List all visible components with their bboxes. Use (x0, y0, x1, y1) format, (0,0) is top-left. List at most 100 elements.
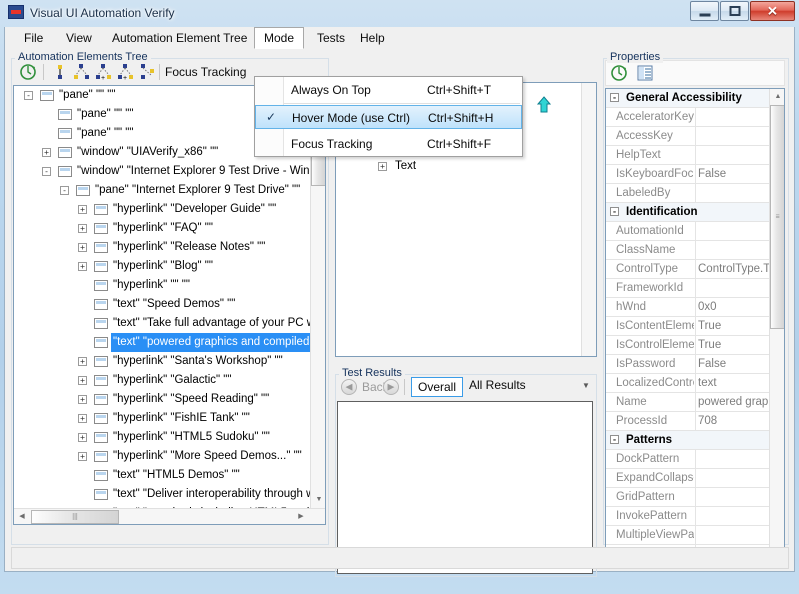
overflow-chevron-icon[interactable]: ▼ (580, 381, 592, 393)
tree-node[interactable]: + "hyperlink" "Blog" "" (14, 257, 310, 276)
tree-node[interactable]: "hyperlink" "" "" (14, 276, 310, 295)
tree-node[interactable]: + "hyperlink" "Santa's Workshop" "" (14, 352, 310, 371)
tree-node[interactable]: + "hyperlink" "More Speed Demos..." "" (14, 447, 310, 466)
expand-icon[interactable]: + (78, 243, 87, 252)
scroll-down-arrow-icon[interactable]: ▼ (311, 492, 325, 508)
tree-node[interactable]: + "hyperlink" "Galactic" "" (14, 371, 310, 390)
expand-icon[interactable]: + (42, 148, 51, 157)
scroll-right-arrow-icon[interactable]: ▶ (293, 509, 309, 524)
property-list-icon[interactable] (636, 64, 654, 82)
property-category-row[interactable]: - Identification (606, 203, 769, 222)
close-button[interactable]: ✕ (750, 1, 795, 21)
focus-tracking-toolbar-label[interactable]: Focus Tracking (165, 65, 246, 79)
tab-all-results[interactable]: All Results (469, 378, 526, 392)
property-row[interactable]: AccessKey (606, 127, 769, 146)
property-row[interactable]: IsPassword False (606, 355, 769, 374)
property-category-row[interactable]: - Patterns (606, 431, 769, 450)
tree-node[interactable]: "text" "Speed Demos" "" (14, 295, 310, 314)
menu-item-always-on-top[interactable]: Always On Top Ctrl+Shift+T (255, 78, 522, 102)
property-row[interactable]: ClassName (606, 241, 769, 260)
collapse-icon[interactable]: - (610, 207, 619, 216)
tree-node-label: "text" "Speed Demos" "" (113, 298, 236, 310)
tree-node[interactable]: "text" "Take full advantage of your PC w (14, 314, 310, 333)
menu-file[interactable]: File (15, 27, 52, 49)
refresh-icon[interactable] (610, 64, 628, 82)
maximize-button[interactable] (720, 1, 749, 21)
expand-icon[interactable]: + (78, 414, 87, 423)
property-row[interactable]: GridPattern (606, 488, 769, 507)
property-row[interactable]: LabeledBy (606, 184, 769, 203)
tree-node[interactable]: "text" "powered graphics and compiled (14, 333, 310, 352)
navigate-parent-icon[interactable] (51, 63, 69, 81)
menu-item-hover-mode-use-ctrl[interactable]: ✓ Hover Mode (use Ctrl) Ctrl+Shift+H (255, 105, 522, 129)
tree-node[interactable]: "text" "Deliver interoperability through… (14, 485, 310, 504)
tree-node[interactable]: + "hyperlink" "Release Notes" "" (14, 238, 310, 257)
property-row[interactable]: MultipleViewPattern (606, 526, 769, 545)
tests-vertical-scrollbar[interactable] (581, 83, 596, 356)
property-row[interactable]: ControlType ControlType.Text (606, 260, 784, 279)
expand-icon[interactable]: + (78, 205, 87, 214)
minimize-button[interactable] (690, 1, 719, 21)
refresh-icon[interactable] (19, 63, 37, 81)
up-arrow-icon[interactable] (536, 96, 552, 114)
property-row[interactable]: AcceleratorKey (606, 108, 769, 127)
tree-hscroll-thumb[interactable]: ||| (31, 510, 119, 524)
menu-mode[interactable]: Mode (254, 27, 305, 49)
tree-node[interactable]: + "hyperlink" "FishIE Tank" "" (14, 409, 310, 428)
property-row[interactable]: DockPattern (606, 450, 769, 469)
props-scroll-thumb[interactable]: ≡ (770, 105, 784, 329)
scroll-left-arrow-icon[interactable]: ◀ (14, 509, 30, 524)
collapse-icon[interactable]: - (60, 186, 69, 195)
test-tree-node[interactable]: + Text (336, 158, 581, 175)
property-row[interactable]: IsContentElementTrue (606, 317, 769, 336)
expand-icon[interactable]: + (378, 162, 387, 171)
tree-horizontal-scrollbar[interactable]: ◀ ||| ▶ (14, 508, 325, 524)
props-scroll-up-arrow-icon[interactable]: ▲ (770, 89, 784, 105)
expand-icon[interactable]: + (78, 224, 87, 233)
property-category-row[interactable]: - General Accessibility (606, 89, 769, 108)
tree-node[interactable]: "text" "HTML5 Demos" "" (14, 466, 310, 485)
expand-icon[interactable]: + (78, 452, 87, 461)
navigate-sibling-icon[interactable] (73, 63, 91, 81)
property-row[interactable]: LocalizedControlTypetext (606, 374, 769, 393)
navigate-next-icon[interactable]: + (117, 63, 135, 82)
property-row[interactable]: InvokePattern (606, 507, 769, 526)
tree-node[interactable]: - "pane" "Internet Explorer 9 Test Drive"… (14, 181, 310, 200)
properties-vertical-scrollbar[interactable]: ▲ ≡ ▼ (769, 89, 784, 561)
menu-automation-element-tree[interactable]: Automation Element Tree (103, 27, 256, 49)
menu-help[interactable]: Help (351, 27, 394, 49)
forward-arrow-icon[interactable]: ▶ (383, 379, 399, 395)
tree-node[interactable]: + "hyperlink" "Developer Guide" "" (14, 200, 310, 219)
tree-node[interactable]: + "hyperlink" "FAQ" "" (14, 219, 310, 238)
expand-icon[interactable]: + (78, 433, 87, 442)
tab-overall[interactable]: Overall (411, 377, 464, 397)
menu-item-shortcut: Ctrl+Shift+H (428, 111, 494, 125)
collapse-icon[interactable]: - (24, 91, 33, 100)
property-row[interactable]: AutomationId (606, 222, 769, 241)
menu-view[interactable]: View (57, 27, 101, 49)
property-row[interactable]: IsKeyboardFocusableFalse (606, 165, 769, 184)
property-row[interactable]: Name powered graphics (606, 393, 784, 412)
property-row[interactable]: ProcessId 708 (606, 412, 769, 431)
property-row[interactable]: IsControlElementTrue (606, 336, 769, 355)
property-row[interactable]: HelpText (606, 146, 769, 165)
navigate-child-icon[interactable]: + (95, 63, 113, 82)
back-arrow-icon[interactable]: ◀ (341, 379, 357, 395)
collapse-icon[interactable]: - (610, 93, 619, 102)
tree-node[interactable]: + "hyperlink" "Speed Reading" "" (14, 390, 310, 409)
menu-item-focus-tracking[interactable]: Focus Tracking Ctrl+Shift+F (255, 132, 522, 156)
property-row[interactable]: FrameworkId (606, 279, 769, 298)
collapse-icon[interactable]: - (610, 435, 619, 444)
property-row[interactable]: hWnd 0x0 (606, 298, 769, 317)
property-row[interactable]: ExpandCollapsePattern (606, 469, 769, 488)
tree-node[interactable]: - "window" "Internet Explorer 9 Test Driv… (14, 162, 310, 181)
expand-icon[interactable]: + (78, 376, 87, 385)
navigate-descend-icon[interactable] (139, 63, 157, 81)
properties-grid[interactable]: - General Accessibility AcceleratorKey Acce… (605, 88, 785, 562)
expand-icon[interactable]: + (78, 357, 87, 366)
expand-icon[interactable]: + (78, 262, 87, 271)
collapse-icon[interactable]: - (42, 167, 51, 176)
expand-icon[interactable]: + (78, 395, 87, 404)
menu-tests[interactable]: Tests (308, 27, 354, 49)
tree-node[interactable]: + "hyperlink" "HTML5 Sudoku" "" (14, 428, 310, 447)
